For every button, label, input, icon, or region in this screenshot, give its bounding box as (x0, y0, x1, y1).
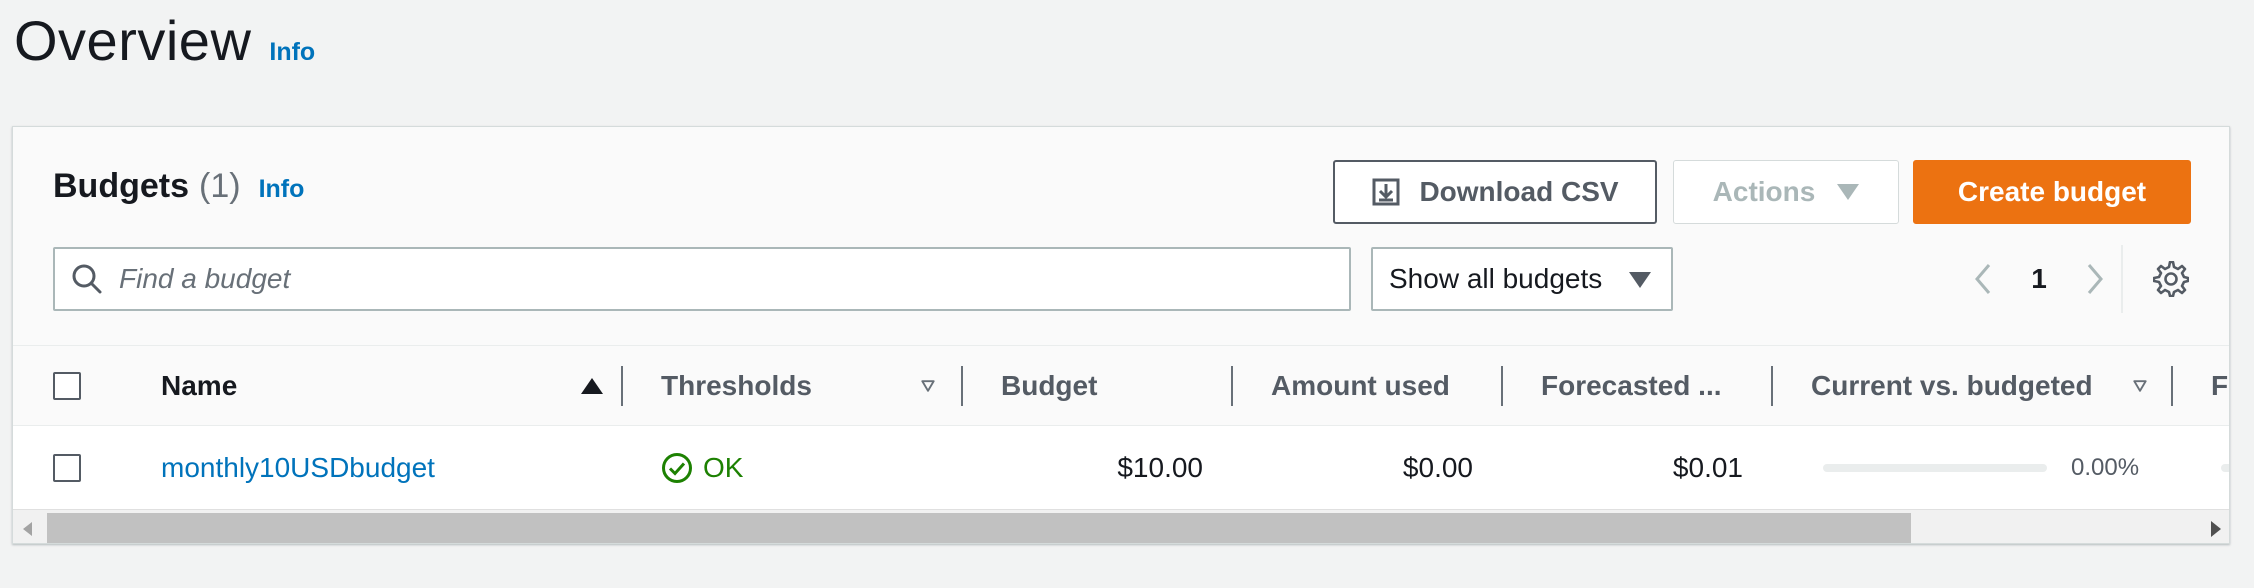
search-icon (72, 264, 102, 294)
page-header: Overview Info (14, 8, 315, 78)
current-page-number[interactable]: 1 (2003, 263, 2075, 295)
column-label-name: Name (161, 369, 238, 401)
thresholds-cell: OK (661, 426, 743, 509)
column-divider[interactable] (1771, 366, 1773, 406)
create-budget-label: Create budget (1957, 176, 2147, 207)
budget-amount: $10.00 (1117, 452, 1203, 483)
horizontal-scrollbar[interactable] (13, 509, 2229, 543)
page-info-link[interactable]: Info (269, 38, 315, 67)
scroll-right-icon[interactable] (2211, 521, 2221, 537)
column-label-current-vs-budgeted: Current vs. budgeted (1811, 369, 2093, 401)
usage-progress-bar (1823, 464, 2047, 472)
budget-filter-select[interactable]: Show all budgets (1371, 247, 1673, 311)
download-csv-label: Download CSV (1419, 176, 1619, 207)
actions-button[interactable]: Actions (1673, 160, 1899, 224)
usage-percentage: 0.00% (2071, 454, 2140, 481)
column-divider[interactable] (961, 366, 963, 406)
caret-down-icon (1629, 272, 1651, 288)
column-divider[interactable] (621, 366, 623, 406)
column-header-truncated[interactable]: Fo (2211, 346, 2229, 425)
budgets-panel: Budgets (1) Info Download CSV Actions Cr… (12, 126, 2230, 544)
budget-amount-cell: $10.00 (961, 426, 1203, 509)
budget-name-cell: monthly10USDbudget (161, 426, 435, 509)
column-header-name[interactable]: Name (161, 346, 603, 425)
chevron-left-icon (1975, 264, 1991, 294)
pagination-divider (2121, 245, 2123, 313)
check-circle-icon (662, 453, 692, 483)
search-input[interactable] (119, 263, 1299, 295)
actions-label: Actions (1712, 176, 1816, 207)
current-vs-budgeted-cell: 0.00% (1823, 426, 2139, 509)
next-page-button[interactable] (2075, 259, 2115, 299)
column-label-budget: Budget (1001, 369, 1098, 401)
column-label-thresholds: Thresholds (661, 369, 812, 401)
budget-name-link[interactable]: monthly10USDbudget (161, 452, 435, 484)
create-budget-button[interactable]: Create budget (1913, 160, 2191, 224)
sort-ascending-icon (581, 377, 603, 394)
threshold-status: OK (703, 452, 744, 483)
select-all-cell (53, 346, 81, 425)
column-header-amount-used[interactable]: Amount used (1271, 346, 1450, 425)
budget-count: (1) (199, 167, 241, 205)
scroll-left-icon[interactable] (23, 522, 32, 536)
column-divider[interactable] (1501, 366, 1503, 406)
panel-header: Budgets (1) Info (53, 167, 304, 206)
column-divider[interactable] (1231, 366, 1233, 406)
amount-used: $0.00 (1402, 452, 1473, 483)
table-header: Name Thresholds Budget Amount used Forec… (13, 346, 2229, 426)
column-divider[interactable] (2171, 366, 2173, 406)
select-all-checkbox[interactable] (53, 371, 81, 400)
previous-page-button[interactable] (1963, 259, 2003, 299)
amount-used-cell: $0.00 (1231, 426, 1473, 509)
column-label-amount-used: Amount used (1271, 369, 1450, 401)
table-settings-button[interactable] (2152, 260, 2190, 298)
budget-filter-value: Show all budgets (1389, 263, 1603, 294)
download-csv-button[interactable]: Download CSV (1333, 160, 1657, 224)
sort-descending-outline-icon (2133, 379, 2147, 392)
chevron-right-icon (2087, 264, 2103, 294)
page-title: Overview (14, 9, 252, 72)
table-row: monthly10USDbudget OK $10.00 $0.00 $0.01 (13, 426, 2229, 509)
panel-info-link[interactable]: Info (259, 175, 305, 204)
gear-icon (2152, 260, 2190, 298)
truncated-cell (2221, 426, 2229, 509)
column-header-thresholds[interactable]: Thresholds (661, 346, 951, 425)
download-icon (1372, 178, 1400, 206)
pagination: 1 (1963, 247, 2115, 311)
sort-descending-outline-icon (921, 379, 935, 392)
column-header-budget[interactable]: Budget (1001, 346, 1097, 425)
column-header-current-vs-budgeted[interactable]: Current vs. budgeted (1811, 346, 2161, 425)
column-label-truncated: Fo (2211, 369, 2229, 401)
forecasted-amount: $0.01 (1672, 452, 1743, 483)
panel-title: Budgets (53, 167, 189, 205)
row-checkbox[interactable] (53, 454, 81, 482)
truncated-progress-bar (2221, 464, 2229, 472)
search-field[interactable] (53, 247, 1351, 311)
row-select-cell (53, 426, 81, 509)
caret-down-icon (1837, 184, 1860, 200)
budgets-table: Name Thresholds Budget Amount used Forec… (13, 345, 2229, 509)
column-label-forecasted: Forecasted ... (1541, 369, 1722, 401)
column-header-forecasted[interactable]: Forecasted ... (1541, 346, 1722, 425)
forecasted-cell: $0.01 (1501, 426, 1743, 509)
scrollbar-thumb[interactable] (47, 513, 1911, 543)
